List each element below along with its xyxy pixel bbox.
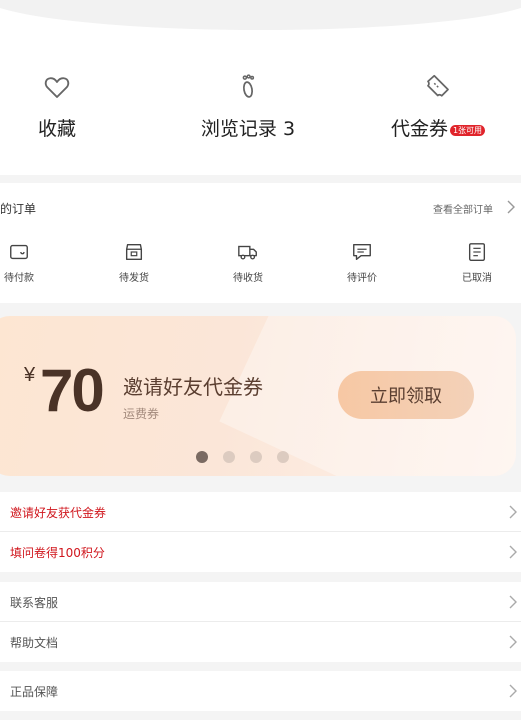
wallet-icon <box>10 244 28 260</box>
orders-title: 的订单 <box>0 202 37 216</box>
help-docs-row[interactable]: 帮助文档 <box>0 622 521 662</box>
carousel-dot[interactable] <box>277 451 289 463</box>
history-link[interactable]: 浏览记录 3 <box>178 72 318 141</box>
quick-links-card: 收藏 浏览记录 3 代金券 1张可用 <box>0 0 521 175</box>
chevron-right-icon[interactable] <box>505 199 517 215</box>
order-status-pending-shipment[interactable]: 待发货 <box>104 241 164 284</box>
survey-row[interactable]: 填问卷得100积分 <box>0 532 521 572</box>
orders-section: 的订单 查看全部订单 待付款 待发货 待收货 待评价 已取消 <box>0 183 521 303</box>
heart-icon <box>44 77 70 98</box>
history-label: 浏览记录 3 <box>200 118 296 140</box>
carousel-dot[interactable] <box>196 451 208 463</box>
comment-icon <box>353 243 371 261</box>
favorites-label: 收藏 <box>37 118 76 140</box>
header-curve <box>0 0 521 30</box>
row-label: 正品保障 <box>10 685 59 699</box>
authentic-guarantee-row[interactable]: 正品保障 <box>0 671 521 711</box>
claim-now-button[interactable]: 立即领取 <box>338 371 474 419</box>
invite-friends-row[interactable]: 邀请好友获代金券 <box>0 492 521 532</box>
box-icon <box>125 243 143 261</box>
chevron-right-icon <box>509 684 517 698</box>
promo-menu: 邀请好友获代金券 填问卷得100积分 <box>0 492 521 572</box>
order-status-cancelled[interactable]: 已取消 <box>447 241 507 284</box>
customer-service-row[interactable]: 联系客服 <box>0 582 521 622</box>
chevron-right-icon <box>509 595 517 609</box>
cancel-document-icon <box>468 243 486 261</box>
voucher-count-badge: 1张可用 <box>449 125 486 136</box>
order-status-label: 已取消 <box>462 273 492 284</box>
order-status-label: 待评价 <box>347 273 377 284</box>
voucher-amount: 70 <box>40 357 105 424</box>
vouchers-label: 代金券 1张可用 <box>368 114 508 141</box>
carousel-dot[interactable] <box>223 451 235 463</box>
order-status-pending-payment[interactable]: 待付款 <box>0 241 49 284</box>
order-status-label: 待付款 <box>4 273 34 284</box>
carousel-dot[interactable] <box>250 451 262 463</box>
row-label: 帮助文档 <box>10 636 59 650</box>
chevron-right-icon <box>509 635 517 649</box>
row-label: 邀请好友获代金券 <box>10 506 107 520</box>
order-status-label: 待发货 <box>119 273 149 284</box>
chevron-right-icon <box>509 545 517 559</box>
invite-voucher-banner[interactable]: ¥ 70 邀请好友代金券 运费券 立即领取 <box>0 316 516 476</box>
order-status-pending-receipt[interactable]: 待收货 <box>218 241 278 284</box>
order-status-label: 待收货 <box>233 273 263 284</box>
row-label: 填问卷得100积分 <box>10 546 105 560</box>
row-label: 联系客服 <box>10 596 59 610</box>
banner-title: 邀请好友代金券 <box>123 375 263 399</box>
currency-symbol: ¥ <box>24 364 36 386</box>
truck-icon <box>238 245 257 260</box>
carousel-indicator <box>196 448 304 467</box>
ticket-icon <box>427 74 449 97</box>
guarantee-menu: 正品保障 <box>0 671 521 711</box>
footprint-icon <box>242 74 255 98</box>
chevron-right-icon <box>509 505 517 519</box>
banner-subtitle: 运费券 <box>123 407 160 421</box>
support-menu: 联系客服 帮助文档 <box>0 582 521 662</box>
vouchers-link[interactable]: 代金券 1张可用 <box>368 72 508 141</box>
order-status-pending-review[interactable]: 待评价 <box>332 241 392 284</box>
view-all-orders-link[interactable]: 查看全部订单 <box>433 201 493 216</box>
favorites-link[interactable]: 收藏 <box>0 72 127 141</box>
